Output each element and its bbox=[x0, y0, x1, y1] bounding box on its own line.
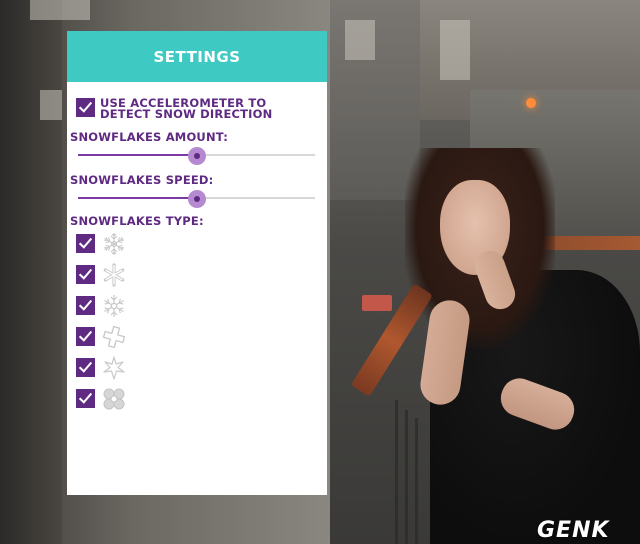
check-icon bbox=[78, 268, 93, 280]
speed-slider[interactable] bbox=[78, 190, 315, 208]
snowflake-clover-icon bbox=[101, 386, 127, 412]
amount-slider[interactable] bbox=[78, 147, 315, 165]
shop-sign bbox=[362, 295, 392, 311]
accelerometer-label-line2: DETECT SNOW DIRECTION bbox=[100, 107, 273, 121]
genk-logo: GENK bbox=[537, 517, 610, 543]
check-icon bbox=[78, 237, 93, 249]
slider-thumb-dot bbox=[193, 196, 200, 202]
amount-label: SNOWFLAKES AMOUNT: bbox=[70, 130, 229, 144]
check-icon bbox=[78, 361, 93, 373]
building-window bbox=[345, 20, 375, 60]
balcony-bar bbox=[415, 418, 418, 544]
check-icon bbox=[78, 299, 93, 311]
slider-thumb[interactable] bbox=[187, 190, 206, 208]
snowflake-crystal-icon bbox=[101, 293, 127, 319]
balcony-bar bbox=[395, 400, 398, 544]
flake-type-checkbox-1[interactable] bbox=[76, 234, 95, 253]
speed-label: SNOWFLAKES SPEED: bbox=[70, 173, 214, 187]
settings-header: SETTINGS bbox=[67, 31, 327, 82]
flake-type-checkbox-6[interactable] bbox=[76, 389, 95, 408]
genk-logo-text: GENK bbox=[537, 517, 610, 543]
check-icon bbox=[78, 330, 93, 342]
building-window bbox=[440, 20, 470, 80]
balcony-bar bbox=[405, 410, 408, 544]
flake-type-checkbox-3[interactable] bbox=[76, 296, 95, 315]
settings-title: SETTINGS bbox=[153, 47, 241, 66]
flake-type-checkbox-4[interactable] bbox=[76, 327, 95, 346]
snowflake-asterisk-icon bbox=[101, 262, 127, 288]
building-window bbox=[30, 0, 90, 20]
snowflake-star-icon bbox=[101, 355, 127, 381]
snowflake-cross-icon bbox=[101, 324, 127, 350]
flake-type-checkbox-5[interactable] bbox=[76, 358, 95, 377]
building-left bbox=[0, 0, 62, 544]
snowflake-ornate-icon bbox=[101, 231, 127, 257]
type-label: SNOWFLAKES TYPE: bbox=[70, 214, 204, 228]
slider-thumb[interactable] bbox=[187, 147, 206, 165]
accelerometer-checkbox[interactable] bbox=[76, 98, 95, 117]
slider-thumb-dot bbox=[193, 153, 200, 159]
check-icon bbox=[78, 392, 93, 404]
street-lamp bbox=[526, 98, 536, 108]
building-window bbox=[40, 90, 62, 120]
check-icon bbox=[78, 101, 93, 113]
slider-fill bbox=[78, 197, 197, 199]
settings-panel: SETTINGS USE ACCELEROMETER TO DETECT SNO… bbox=[67, 31, 327, 495]
flake-type-checkbox-2[interactable] bbox=[76, 265, 95, 284]
slider-fill bbox=[78, 154, 197, 156]
